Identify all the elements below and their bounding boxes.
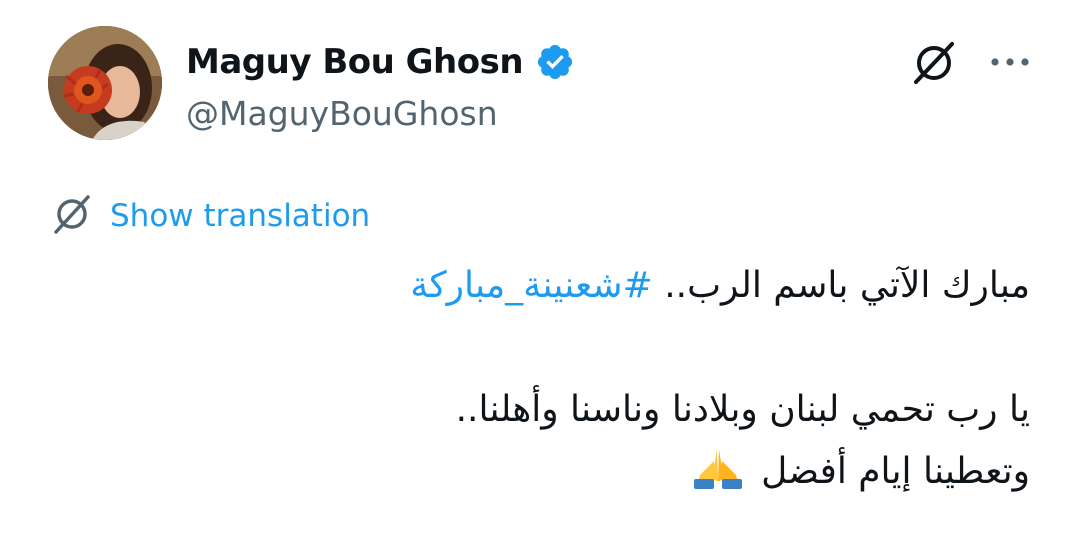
name-row: Maguy Bou Ghosn xyxy=(186,38,575,86)
tweet-text: مبارك الآتي باسم الرب.. #شعنينة_مباركة ي… xyxy=(330,255,1030,503)
translate-icon[interactable] xyxy=(908,36,960,88)
more-icon[interactable] xyxy=(988,52,1032,72)
verified-badge-icon[interactable] xyxy=(535,42,575,82)
folded-hands-emoji xyxy=(692,445,744,489)
translate-small-icon xyxy=(48,190,96,242)
avatar[interactable] xyxy=(48,26,162,140)
tweet-line-1: مبارك الآتي باسم الرب.. #شعنينة_مباركة xyxy=(330,255,1030,317)
tweet-line-4-text: وتعطينا إيام أفضل xyxy=(749,451,1030,492)
tweet-header: Maguy Bou Ghosn @MaguyBouGhosn xyxy=(48,26,1032,146)
avatar-image xyxy=(48,26,162,140)
tweet-line-1-text: مبارك الآتي باسم الرب.. xyxy=(652,265,1030,306)
user-handle[interactable]: @MaguyBouGhosn xyxy=(186,94,498,133)
show-translation-link[interactable]: Show translation xyxy=(48,190,370,242)
display-name[interactable]: Maguy Bou Ghosn xyxy=(186,42,524,82)
tweet-line-3: يا رب تحمي لبنان وبلادنا وناسنا وأهلنا.. xyxy=(455,389,1030,430)
show-translation-label: Show translation xyxy=(110,198,371,234)
tweet-line-4: وتعطينا إيام أفضل xyxy=(330,441,1030,503)
hashtag-link[interactable]: #شعنينة_مباركة xyxy=(410,265,653,306)
top-actions xyxy=(908,36,1032,88)
